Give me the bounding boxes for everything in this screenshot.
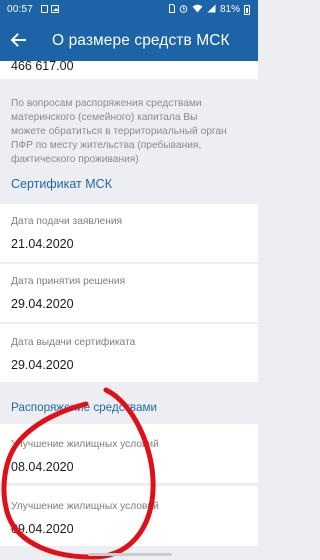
info-text: По вопросам распоряжения средствами мате… <box>11 98 227 165</box>
field-issue-date: Дата выдачи сертификата 29.04.2020 <box>0 324 258 382</box>
battery-icon <box>244 5 250 15</box>
item-label: Улучшение жилищных условий <box>11 501 159 512</box>
disposal-item: Улучшение жилищных условий 09.04.2020 <box>0 486 258 546</box>
system-icons: 81% <box>165 4 250 16</box>
info-note: По вопросам распоряжения средствами мате… <box>0 89 258 191</box>
signal-icon <box>207 4 216 16</box>
battery-percent: 81% <box>219 4 240 15</box>
field-value: 29.04.2020 <box>11 297 74 311</box>
app-icon <box>41 5 48 13</box>
home-indicator <box>88 553 172 556</box>
status-time: 00:57 <box>7 4 34 15</box>
arrow-left-icon[interactable] <box>9 31 27 49</box>
certificate-heading: Сертификат МСК <box>11 177 112 191</box>
item-label: Улучшение жилищных условий <box>11 439 159 450</box>
disposal-item: Улучшение жилищных условий 08.04.2020 <box>0 424 258 483</box>
app-bar: О размере средств МСК <box>0 20 258 61</box>
page-title: О размере средств МСК <box>52 32 230 49</box>
photo-icon <box>51 5 59 13</box>
notification-icons <box>41 5 59 16</box>
disposal-heading: Распоряжение средствами <box>11 401 158 414</box>
field-value: 21.04.2020 <box>11 237 74 251</box>
screen: 00:57 81% О размере средств МСК 466 617.… <box>0 0 258 560</box>
item-value: 09.04.2020 <box>11 522 74 536</box>
field-decision-date: Дата принятия решения 29.04.2020 <box>0 264 258 322</box>
field-label: Дата принятия решения <box>11 276 126 287</box>
status-bar: 00:57 81% <box>0 0 258 20</box>
sim-icon <box>168 4 175 16</box>
field-value: 29.04.2020 <box>11 358 74 372</box>
field-application-date: Дата подачи заявления 21.04.2020 <box>0 204 258 262</box>
field-label: Дата подачи заявления <box>11 216 123 227</box>
alarm-icon <box>179 4 188 16</box>
amount-value: 466 617.00 <box>11 59 74 73</box>
amount-card: 466 617.00 <box>0 59 258 79</box>
wifi-icon <box>192 4 203 16</box>
field-label: Дата выдачи сертификата <box>11 337 136 348</box>
item-value: 08.04.2020 <box>11 460 74 474</box>
